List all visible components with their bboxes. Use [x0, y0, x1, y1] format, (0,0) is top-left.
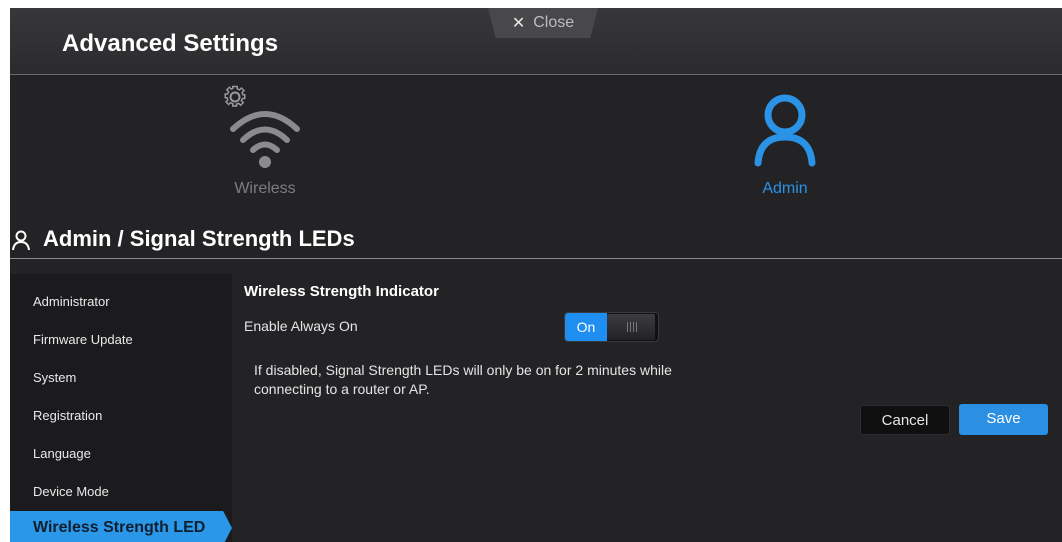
user-outline-icon: [12, 230, 30, 251]
wifi-gear-icon: [224, 85, 300, 168]
settings-panel: Wireless Strength Indicator Enable Alway…: [232, 274, 1062, 542]
close-icon: ✕: [511, 15, 526, 32]
sidebar-item-system[interactable]: System: [10, 361, 232, 395]
nav-item-admin[interactable]: Admin: [730, 83, 840, 197]
nav-item-wireless[interactable]: Wireless: [205, 83, 325, 197]
sidebar-item-language[interactable]: Language: [10, 437, 232, 471]
sidebar-item-registration[interactable]: Registration: [10, 399, 232, 433]
page-title-text: Admin / Signal Strength LEDs: [43, 226, 355, 251]
admin-sidebar: Administrator Firmware Update System Reg…: [10, 274, 232, 542]
nav-label-admin: Admin: [762, 180, 808, 197]
section-title: Wireless Strength Indicator: [244, 283, 439, 300]
sidebar-item-administrator[interactable]: Administrator: [10, 285, 232, 319]
header-bar: Advanced Settings ✕ Close: [10, 8, 1062, 75]
close-label: Close: [533, 14, 575, 31]
category-nav: Wireless Admin: [10, 75, 1062, 211]
sidebar-item-wireless-strength-led[interactable]: Wireless Strength LED: [10, 511, 232, 542]
close-button[interactable]: ✕ Close: [488, 8, 598, 38]
user-icon: [754, 94, 816, 167]
save-button[interactable]: Save: [959, 404, 1048, 435]
always-on-toggle[interactable]: On: [564, 312, 659, 342]
app-title: Advanced Settings: [62, 30, 279, 57]
toggle-on-label: On: [565, 313, 607, 341]
cancel-button[interactable]: Cancel: [860, 405, 950, 435]
page-title: Admin / Signal Strength LEDs: [10, 220, 1062, 259]
advanced-settings-window: Advanced Settings ✕ Close Wireless Admin…: [10, 8, 1062, 542]
grip-icon: [627, 322, 637, 332]
toggle-knob: [607, 314, 655, 340]
sidebar-item-device-mode[interactable]: Device Mode: [10, 475, 232, 509]
enable-always-on-label: Enable Always On: [244, 318, 358, 334]
help-text: If disabled, Signal Strength LEDs will o…: [254, 362, 672, 397]
sidebar-item-firmware-update[interactable]: Firmware Update: [10, 323, 232, 357]
nav-label-wireless: Wireless: [234, 180, 296, 197]
